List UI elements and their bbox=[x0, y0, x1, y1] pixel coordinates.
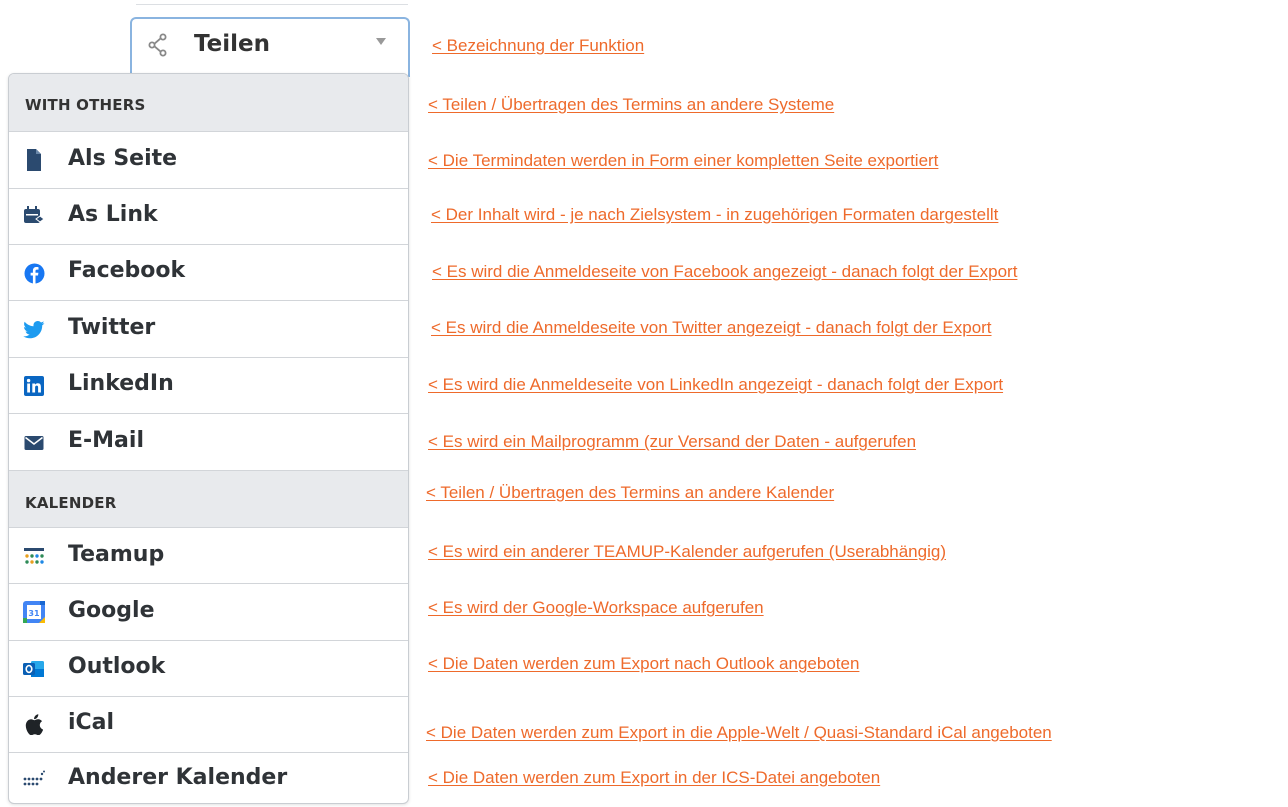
annotation-kalender: < Teilen / Übertragen des Termins an and… bbox=[426, 483, 835, 502]
section-header-kalender: KALENDER bbox=[9, 471, 408, 528]
menu-item-label: Twitter bbox=[68, 315, 156, 340]
twitter-icon bbox=[23, 319, 45, 341]
annotation-als-seite: < Die Termindaten werden in Form einer k… bbox=[428, 151, 939, 170]
section-label: KALENDER bbox=[25, 494, 117, 512]
menu-item-label: Google bbox=[68, 598, 155, 623]
menu-item-as-link[interactable]: As Link bbox=[9, 189, 408, 245]
menu-item-twitter[interactable]: Twitter bbox=[9, 301, 408, 358]
section-header-with-others: WITH OTHERS bbox=[9, 74, 408, 132]
mail-icon bbox=[23, 432, 45, 454]
facebook-icon bbox=[23, 262, 45, 284]
outlook-icon bbox=[23, 658, 45, 680]
teamup-icon bbox=[23, 546, 45, 568]
previous-field-edge bbox=[136, 0, 408, 5]
annotation-facebook: < Es wird die Anmeldeseite von Facebook … bbox=[432, 262, 1018, 281]
share-menu: WITH OTHERS Als Seite As Link Facebook T… bbox=[8, 73, 409, 804]
annotation-linkedin: < Es wird die Anmeldeseite von LinkedIn … bbox=[428, 375, 1004, 394]
menu-item-label: LinkedIn bbox=[68, 371, 174, 396]
menu-item-als-seite[interactable]: Als Seite bbox=[9, 132, 408, 189]
annotation-anderer-kalender: < Die Daten werden zum Export in der ICS… bbox=[428, 768, 881, 787]
menu-item-linkedin[interactable]: LinkedIn bbox=[9, 358, 408, 414]
annotation-teamup: < Es wird ein anderer TEAMUP-Kalender au… bbox=[428, 542, 946, 561]
annotation-twitter: < Es wird die Anmeldeseite von Twitter a… bbox=[431, 318, 992, 337]
calendar-link-icon bbox=[23, 205, 45, 227]
menu-item-label: E-Mail bbox=[68, 428, 144, 453]
svg-text:31: 31 bbox=[28, 609, 40, 618]
section-label: WITH OTHERS bbox=[25, 96, 146, 114]
annotation-with-others: < Teilen / Übertragen des Termins an and… bbox=[428, 95, 835, 114]
menu-item-e-mail[interactable]: E-Mail bbox=[9, 414, 408, 471]
annotation-outlook: < Die Daten werden zum Export nach Outlo… bbox=[428, 654, 860, 673]
chevron-down-icon bbox=[376, 38, 386, 45]
annotation-google: < Es wird der Google-Workspace aufgerufe… bbox=[428, 598, 764, 617]
share-icon bbox=[148, 33, 168, 57]
menu-item-label: Anderer Kalender bbox=[68, 765, 288, 790]
menu-item-label: Outlook bbox=[68, 654, 166, 679]
menu-item-teamup[interactable]: Teamup bbox=[9, 528, 408, 584]
annotation-as-link: < Der Inhalt wird - je nach Zielsystem -… bbox=[431, 205, 999, 224]
annotation-function-name: < Bezeichnung der Funktion bbox=[432, 36, 645, 55]
menu-item-google[interactable]: 31 Google bbox=[9, 584, 408, 641]
google-calendar-icon: 31 bbox=[23, 601, 45, 623]
share-button-label: Teilen bbox=[194, 31, 270, 57]
menu-item-label: Facebook bbox=[68, 258, 186, 283]
menu-item-outlook[interactable]: Outlook bbox=[9, 641, 408, 697]
menu-item-anderer-kalender[interactable]: Anderer Kalender bbox=[9, 753, 408, 803]
linkedin-icon bbox=[23, 375, 45, 397]
page-icon bbox=[23, 149, 45, 171]
annotation-e-mail: < Es wird ein Mailprogramm (zur Versand … bbox=[428, 432, 917, 451]
menu-item-ical[interactable]: iCal bbox=[9, 697, 408, 753]
menu-item-facebook[interactable]: Facebook bbox=[9, 245, 408, 301]
menu-item-label: Teamup bbox=[68, 542, 165, 567]
annotation-ical: < Die Daten werden zum Export in die App… bbox=[426, 723, 1052, 742]
menu-item-label: iCal bbox=[68, 710, 115, 735]
apple-icon bbox=[23, 713, 45, 735]
share-dropdown-button[interactable]: Teilen bbox=[130, 17, 410, 77]
menu-item-label: Als Seite bbox=[68, 146, 178, 171]
other-calendar-icon bbox=[23, 768, 45, 790]
menu-item-label: As Link bbox=[68, 202, 158, 227]
